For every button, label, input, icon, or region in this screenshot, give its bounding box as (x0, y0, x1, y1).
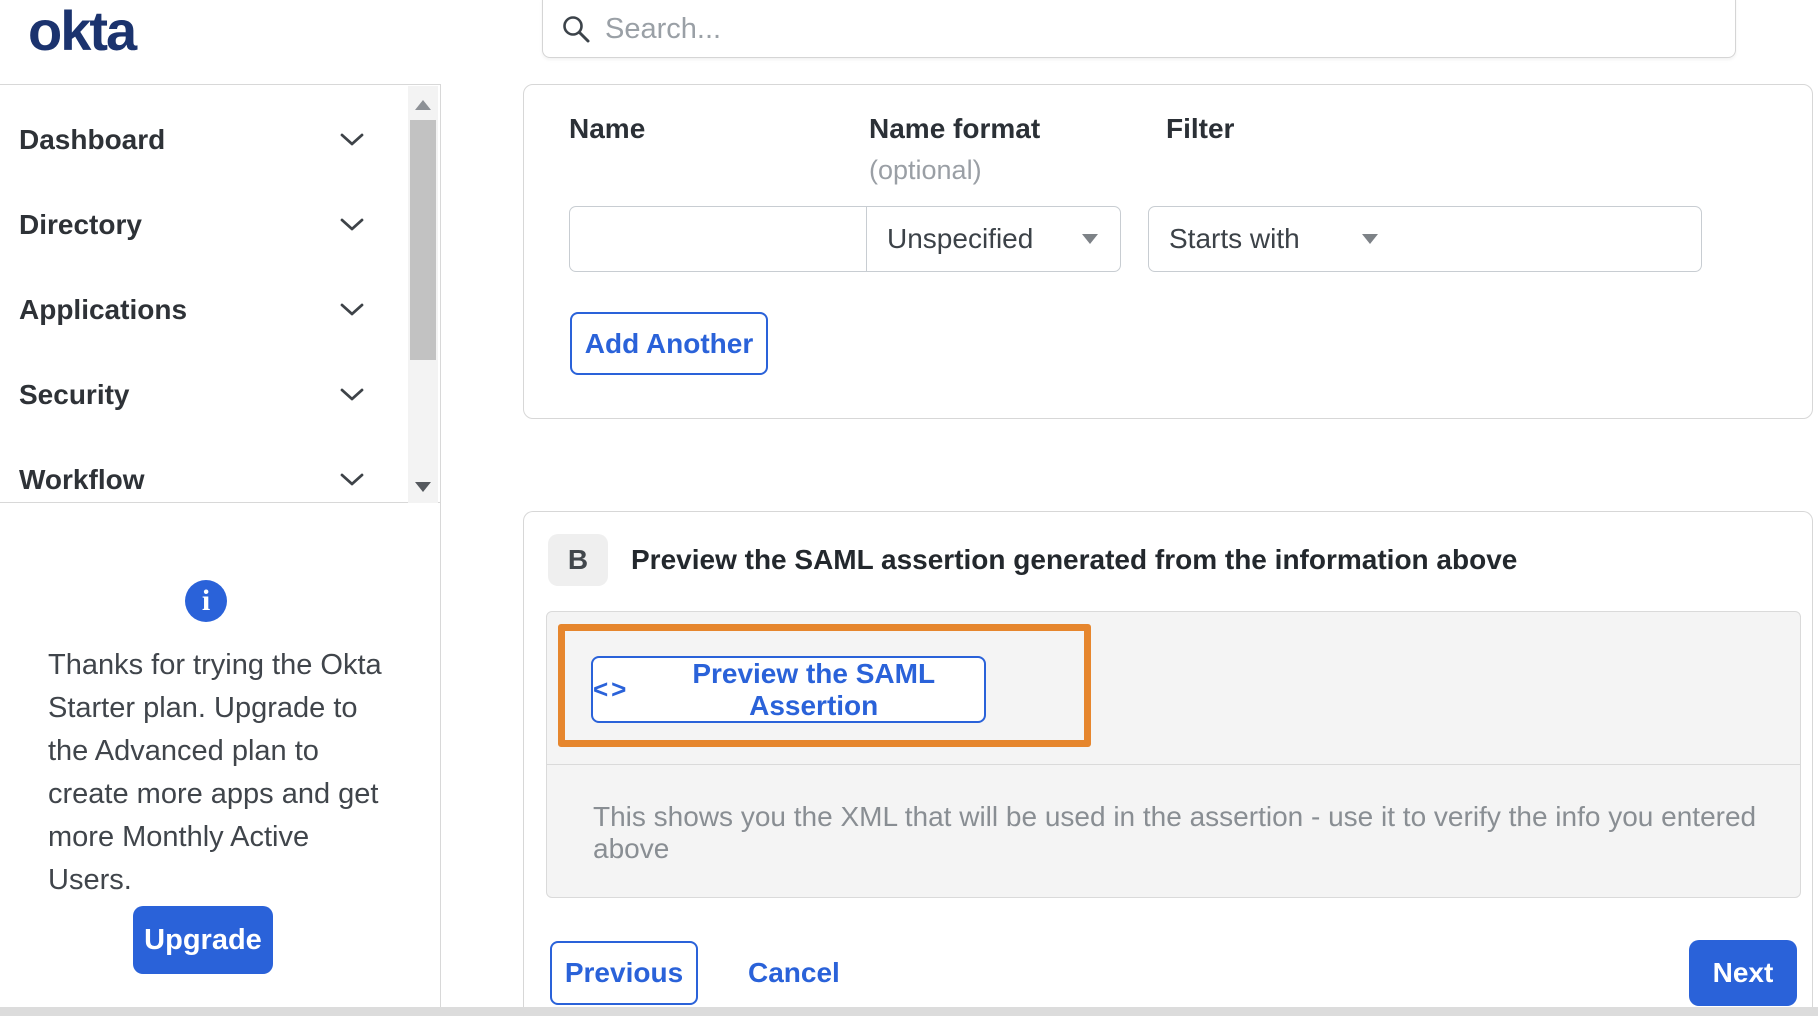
scrollbar-up-icon[interactable] (408, 92, 438, 118)
chevron-down-icon (340, 473, 364, 487)
sidebar-item-label: Security (19, 378, 130, 410)
info-icon: i (185, 580, 227, 622)
sidebar-item-workflow[interactable]: Workflow (0, 437, 408, 522)
name-format-column-label: Name format (869, 113, 1041, 144)
dropdown-caret-icon (1362, 234, 1378, 244)
sidebar-item-directory[interactable]: Directory (0, 182, 408, 267)
step-b-badge: B (548, 534, 608, 586)
filter-operator-select[interactable]: Starts with (1148, 206, 1401, 272)
preview-button-label: Preview the SAML Assertion (692, 657, 936, 721)
dropdown-caret-icon (1082, 234, 1098, 244)
preview-saml-card: B Preview the SAML assertion generated f… (523, 511, 1813, 1016)
name-format-hint: (optional) (869, 155, 982, 185)
upgrade-button[interactable]: Upgrade (133, 906, 273, 974)
chevron-down-icon (340, 303, 364, 317)
sidebar-item-label: Applications (19, 293, 188, 325)
sidebar-item-label: Workflow (19, 463, 145, 495)
next-button[interactable]: Next (1689, 940, 1797, 1006)
search-bar[interactable] (542, 0, 1736, 58)
name-format-selected-value: Unspecified (887, 223, 1034, 254)
sidebar-item-dashboard[interactable]: Dashboard (0, 97, 408, 182)
scrollbar-thumb[interactable] (410, 120, 436, 360)
sidebar-item-security[interactable]: Security (0, 352, 408, 437)
search-input[interactable] (605, 12, 1735, 46)
preview-panel: <> Preview the SAML Assertion This shows… (546, 611, 1801, 898)
filter-value-input[interactable] (1400, 206, 1702, 272)
okta-admin-screen: okta Dashboard Directory (0, 0, 1818, 1016)
previous-button[interactable]: Previous (550, 941, 698, 1005)
chevron-down-icon (340, 388, 364, 402)
scrollbar-down-icon[interactable] (408, 474, 438, 500)
sidebar-nav: Dashboard Directory Applications Securit… (0, 84, 440, 503)
cancel-button[interactable]: Cancel (748, 941, 840, 1005)
trial-message: Thanks for trying the Okta Starter plan.… (48, 649, 382, 896)
code-icon: <> (593, 674, 630, 704)
filter-operator-selected-value: Starts with (1169, 223, 1300, 254)
sidebar-item-label: Directory (19, 208, 142, 240)
name-format-select[interactable]: Unspecified (866, 206, 1121, 272)
sidebar-item-applications[interactable]: Applications (0, 267, 408, 352)
attribute-statement-card: Name Name format (optional) Filter Unspe… (523, 84, 1813, 419)
sidebar-scrollbar[interactable] (408, 86, 438, 503)
chevron-down-icon (340, 218, 364, 232)
bottom-edge (0, 1007, 1818, 1016)
name-column-label: Name (569, 113, 646, 144)
preview-saml-assertion-button[interactable]: <> Preview the SAML Assertion (591, 656, 986, 723)
search-icon (561, 14, 591, 44)
name-input[interactable] (569, 206, 867, 272)
add-another-button[interactable]: Add Another (570, 312, 768, 375)
sidebar-item-label: Dashboard (19, 123, 166, 155)
preview-section-title: Preview the SAML assertion generated fro… (631, 544, 1518, 575)
preview-button-area: <> Preview the SAML Assertion (547, 612, 1800, 765)
okta-logo[interactable]: okta (28, 0, 137, 63)
preview-description: This shows you the XML that will be used… (593, 800, 1757, 864)
filter-column-label: Filter (1166, 113, 1235, 144)
sidebar: Dashboard Directory Applications Securit… (0, 84, 441, 1016)
chevron-down-icon (340, 133, 364, 147)
